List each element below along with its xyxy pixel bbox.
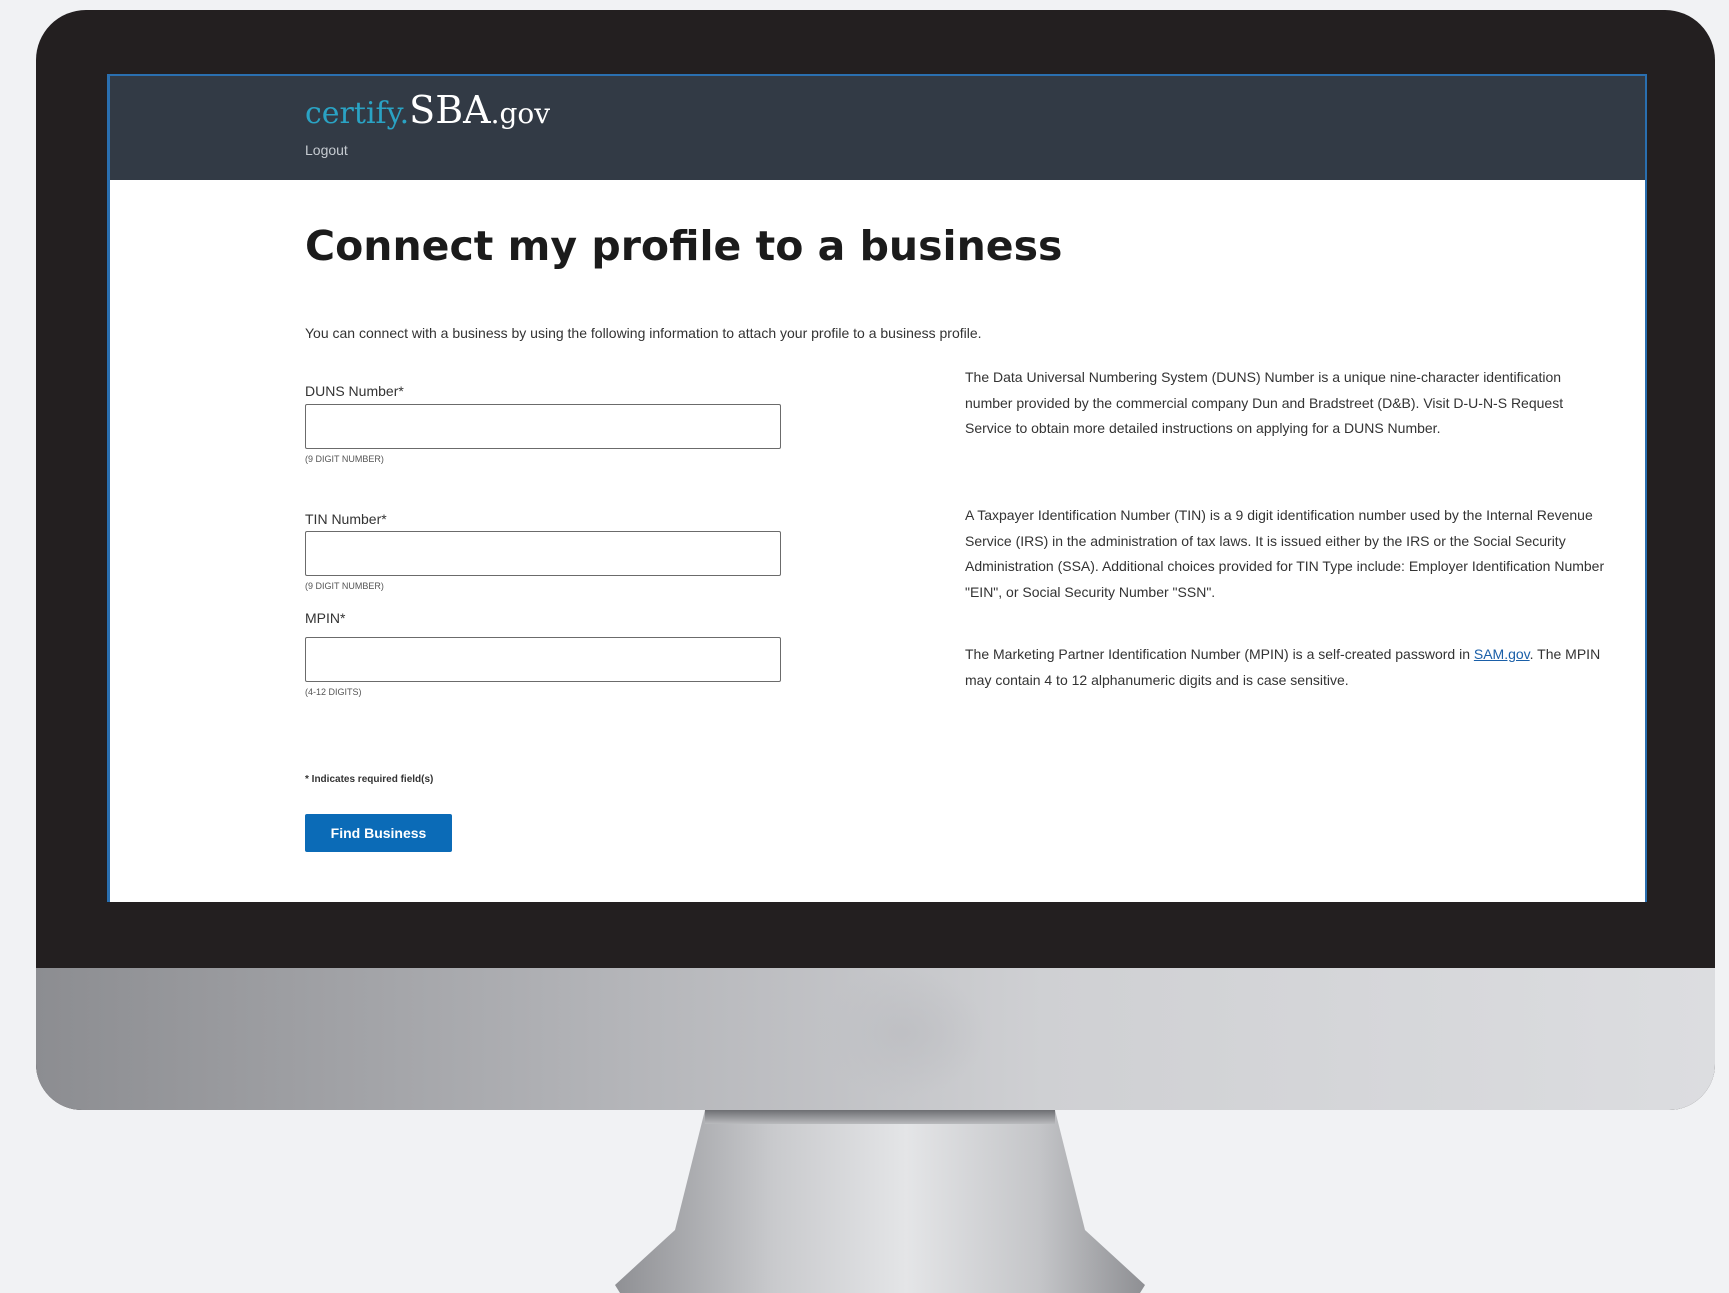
find-business-button[interactable]: Find Business (305, 814, 452, 852)
site-header: certify.SBA.gov Logout (110, 74, 1645, 180)
tin-info-text: A Taxpayer Identification Number (TIN) i… (965, 507, 1605, 600)
chin-reflection (816, 968, 986, 1098)
browser-screen: certify.SBA.gov Logout Connect my profil… (107, 74, 1647, 902)
monitor-stand (615, 1110, 1145, 1293)
logout-link[interactable]: Logout (305, 142, 348, 158)
site-logo[interactable]: certify.SBA.gov (305, 88, 550, 132)
logo-certify-text: certify. (305, 96, 410, 131)
duns-number-input[interactable] (305, 404, 781, 449)
mpin-hint: (4-12 DIGITS) (305, 687, 362, 697)
monitor-stand-neck (705, 1110, 1055, 1124)
monitor-chin (36, 968, 1715, 1110)
tin-label: TIN Number* (305, 511, 387, 527)
tin-hint: (9 DIGIT NUMBER) (305, 581, 384, 591)
duns-label: DUNS Number* (305, 383, 404, 399)
logo-gov-text: .gov (490, 97, 551, 130)
mpin-info-before: The Marketing Partner Identification Num… (965, 646, 1474, 662)
tin-number-input[interactable] (305, 531, 781, 576)
sam-gov-link[interactable]: SAM.gov (1474, 646, 1530, 662)
page-title: Connect my profile to a business (305, 222, 1063, 270)
logo-sba-text: SBA (409, 88, 491, 132)
required-fields-note: * Indicates required field(s) (305, 774, 434, 785)
mpin-input[interactable] (305, 637, 781, 682)
duns-hint: (9 DIGIT NUMBER) (305, 454, 384, 464)
mpin-label: MPIN* (305, 610, 346, 626)
intro-text: You can connect with a business by using… (305, 325, 982, 341)
duns-info-text: The Data Universal Numbering System (DUN… (965, 369, 1564, 436)
mpin-info-text: The Marketing Partner Identification Num… (965, 642, 1605, 693)
